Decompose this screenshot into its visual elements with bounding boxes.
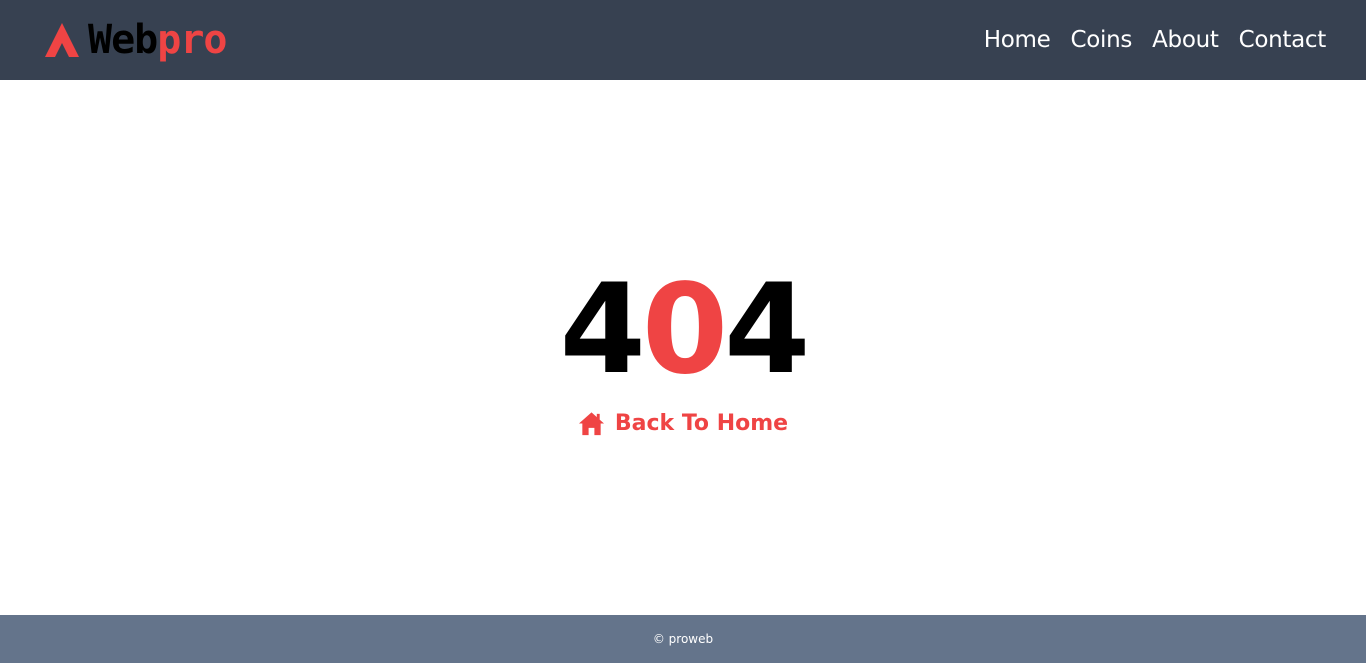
arrow-up-icon xyxy=(45,23,79,57)
brand-logo-link[interactable]: Webpro xyxy=(44,17,228,63)
error-code-heading: 404 xyxy=(560,268,811,392)
back-to-home-link[interactable]: Back To Home xyxy=(578,410,788,437)
error-code-digit-middle: 0 xyxy=(641,258,728,402)
nav-link-contact[interactable]: Contact xyxy=(1239,27,1327,53)
brand-name-primary: Web xyxy=(88,17,158,63)
back-to-home-label: Back To Home xyxy=(614,411,789,436)
nav-link-about[interactable]: About xyxy=(1152,27,1219,53)
error-code-digit-last: 4 xyxy=(724,258,810,402)
navbar: Webpro Home Coins About Contact xyxy=(0,0,1366,80)
footer: © proweb xyxy=(0,615,1366,663)
copyright-text: © proweb xyxy=(652,632,714,646)
nav-link-coins[interactable]: Coins xyxy=(1071,27,1133,53)
home-icon xyxy=(578,412,604,436)
nav-menu: Home Coins About Contact xyxy=(984,27,1327,53)
brand-name: Webpro xyxy=(88,17,228,63)
brand-name-accent: pro xyxy=(157,17,227,63)
error-code-digit-first: 4 xyxy=(559,258,646,402)
nav-link-home[interactable]: Home xyxy=(984,27,1051,53)
main-content: 404 Back To Home xyxy=(0,80,1366,615)
